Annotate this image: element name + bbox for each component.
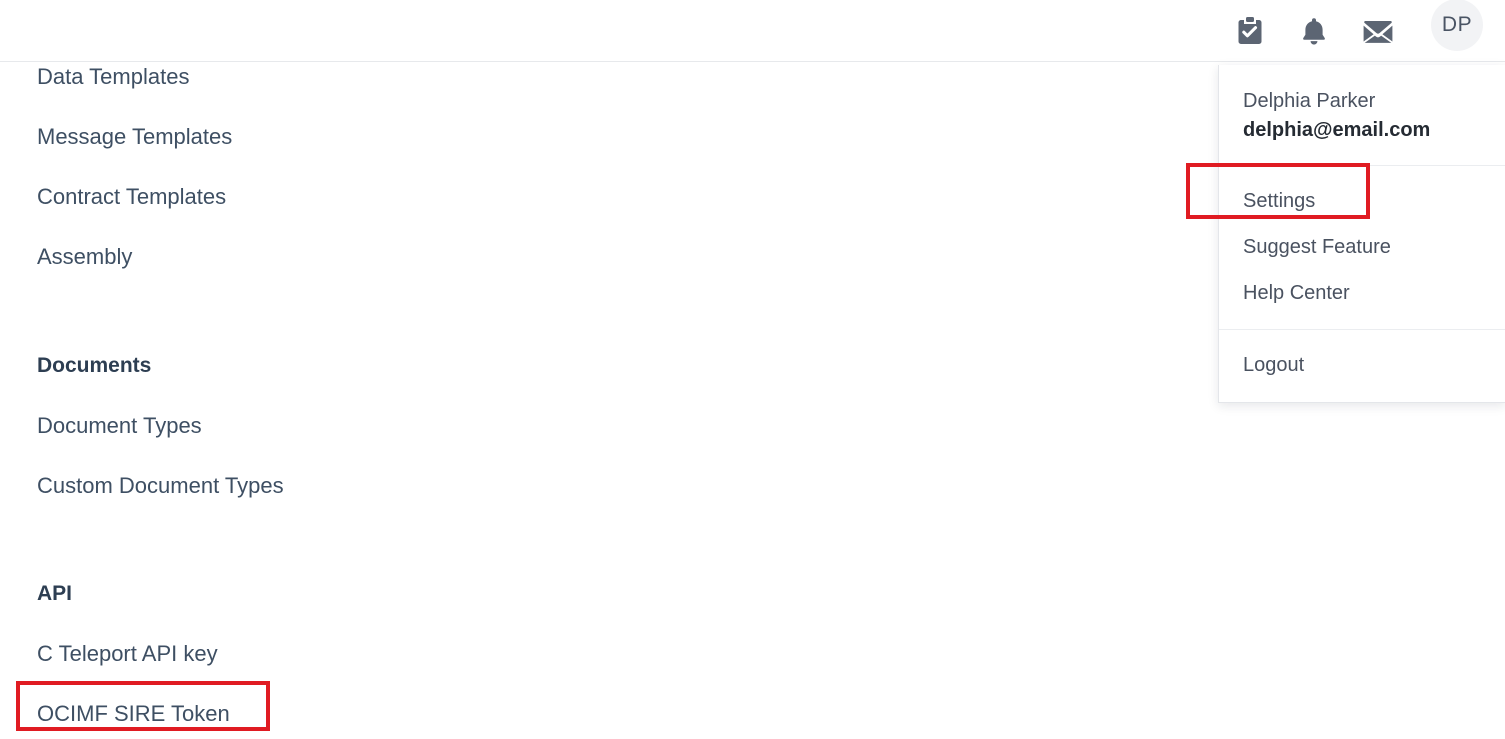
nav-section-heading-documents: Documents <box>37 354 152 377</box>
tasks-clipboard-icon[interactable] <box>1235 16 1265 46</box>
dropdown-primary-group: Settings Suggest Feature Help Center <box>1219 166 1505 329</box>
user-avatar[interactable]: DP <box>1431 0 1483 51</box>
nav-section-heading-api: API <box>37 582 73 605</box>
messages-envelope-icon[interactable] <box>1363 16 1393 46</box>
user-account-dropdown: Delphia Parker delphia@email.com Setting… <box>1218 65 1505 403</box>
dropdown-logout-group: Logout <box>1219 329 1505 401</box>
nav-item-assembly[interactable]: Assembly <box>37 246 132 268</box>
dropdown-item-logout[interactable]: Logout <box>1219 342 1505 388</box>
top-header-bar: DP <box>0 0 1505 62</box>
dropdown-user-email: delphia@email.com <box>1243 119 1431 141</box>
notifications-bell-icon[interactable] <box>1299 16 1329 46</box>
dropdown-user-name: Delphia Parker <box>1243 90 1376 112</box>
dropdown-item-help-center[interactable]: Help Center <box>1219 270 1505 316</box>
nav-item-message-templates[interactable]: Message Templates <box>37 126 232 148</box>
nav-item-ocimf-sire-token[interactable]: OCIMF SIRE Token <box>37 703 230 725</box>
nav-item-document-types[interactable]: Document Types <box>37 415 202 437</box>
nav-item-contract-templates[interactable]: Contract Templates <box>37 186 226 208</box>
dropdown-user-info: Delphia Parker delphia@email.com <box>1219 65 1505 166</box>
dropdown-item-settings[interactable]: Settings <box>1219 178 1505 224</box>
header-actions: DP <box>1235 0 1483 62</box>
avatar-initials: DP <box>1441 13 1473 36</box>
dropdown-item-suggest-feature[interactable]: Suggest Feature <box>1219 224 1505 270</box>
app-root: DP Data Templates Message Templates Cont… <box>0 0 1505 739</box>
nav-item-custom-document-types[interactable]: Custom Document Types <box>37 475 284 497</box>
nav-item-data-templates[interactable]: Data Templates <box>37 66 189 88</box>
nav-item-c-teleport-api-key[interactable]: C Teleport API key <box>37 643 218 665</box>
